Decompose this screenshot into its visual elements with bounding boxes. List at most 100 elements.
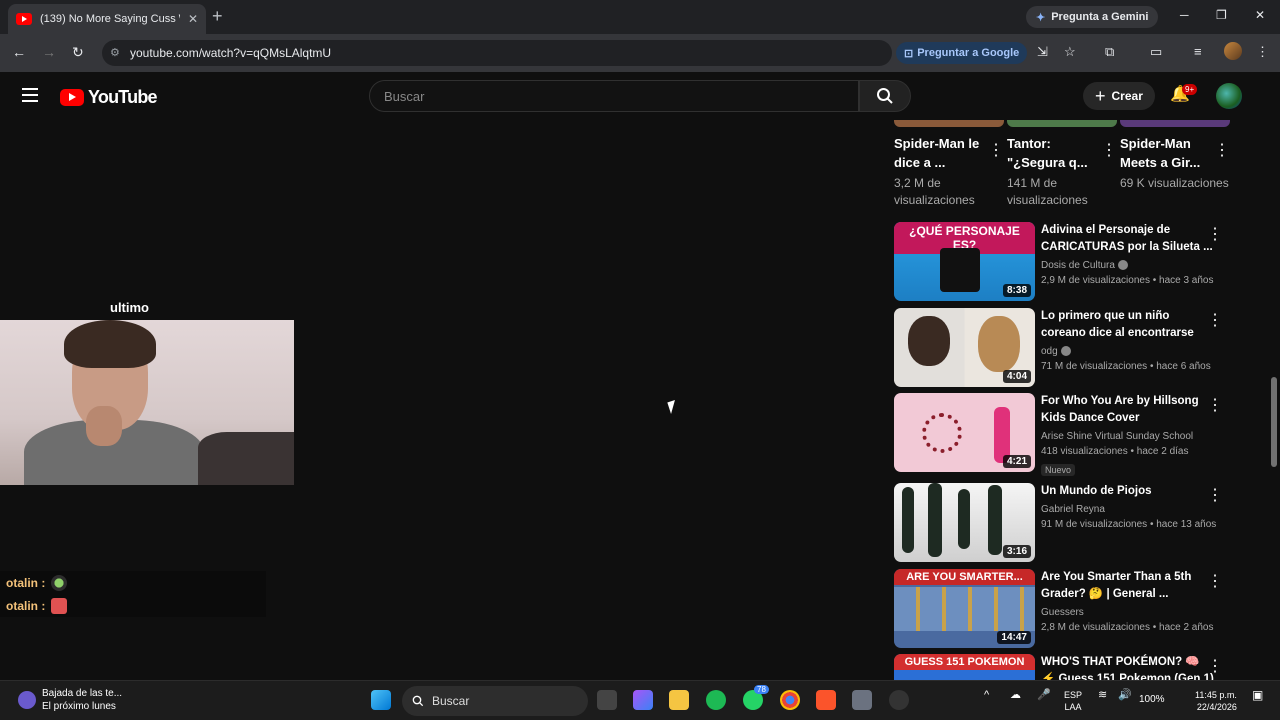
video-title[interactable]: Adivina el Personaje de CARICATURAS por … — [1041, 222, 1216, 256]
video-title[interactable]: Un Mundo de Piojos — [1041, 483, 1216, 500]
back-icon[interactable]: ← — [12, 44, 26, 60]
taskbar-search[interactable]: Buscar — [402, 686, 588, 716]
video-title[interactable]: WHO'S THAT POKÉMON? 🧠 ⚡ Guess 151 Pokemo… — [1041, 654, 1216, 680]
browser-tab[interactable]: (139) No More Saying Cuss Wo ✕ — [8, 4, 206, 34]
video-duration: 4:04 — [1002, 370, 1031, 383]
whatsapp-badge: 78 — [754, 685, 769, 694]
overlay-label: ultimo — [110, 300, 149, 315]
short-title[interactable]: Tantor: "¿Segura q... — [1007, 134, 1093, 172]
more-options-icon[interactable]: ⋮ — [1207, 485, 1223, 505]
chat-username: otalin : — [6, 598, 46, 613]
bookmark-star-icon[interactable]: ☆ — [1064, 44, 1076, 60]
profile-avatar[interactable] — [1224, 42, 1242, 60]
microphone-icon[interactable]: 🎤 — [1037, 689, 1051, 701]
language-indicator[interactable]: ESP LAA — [1064, 689, 1082, 713]
close-tab-icon[interactable]: ✕ — [188, 12, 198, 26]
battery-percent[interactable]: 100% — [1139, 694, 1165, 706]
chrome-icon[interactable] — [780, 690, 800, 710]
video-thumbnail[interactable]: ¿QUÉ PERSONAJE ES? 8:38 — [894, 222, 1035, 301]
site-info-icon[interactable]: ⚙ — [110, 46, 120, 59]
video-item[interactable]: 3:16 Un Mundo de Piojos Gabriel Reyna 91… — [894, 483, 1239, 563]
wifi-icon[interactable]: ≋ — [1098, 689, 1107, 701]
more-options-icon[interactable]: ⋮ — [1207, 224, 1223, 244]
more-options-icon[interactable]: ⋮ — [1207, 310, 1223, 330]
short-thumbnail[interactable] — [894, 120, 1004, 127]
search-button[interactable] — [859, 80, 911, 112]
video-duration: 4:21 — [1002, 455, 1031, 468]
create-button[interactable]: + Crear — [1083, 82, 1155, 110]
video-meta: 71 M de visualizaciones • hace 6 años — [1041, 361, 1211, 372]
gemini-button[interactable]: ✦ Pregunta a Gemini — [1026, 6, 1159, 28]
extensions-icon[interactable]: ⧉ — [1105, 44, 1114, 60]
app-icon[interactable] — [889, 690, 909, 710]
copilot-icon[interactable] — [633, 690, 653, 710]
video-item[interactable]: ARE YOU SMARTER... 14:47 Are You Smarter… — [894, 569, 1239, 649]
more-options-icon[interactable]: ⋮ — [1207, 656, 1223, 676]
video-thumbnail[interactable]: GUESS 151 POKEMON — [894, 654, 1035, 680]
minimize-icon[interactable]: ─ — [1180, 8, 1189, 22]
short-item[interactable]: Tantor: "¿Segura q... 141 M de visualiza… — [1007, 134, 1117, 209]
close-window-icon[interactable]: ✕ — [1255, 8, 1265, 22]
video-item[interactable]: 4:04 Lo primero que un niño coreano dice… — [894, 308, 1239, 388]
thumbnail-text: GUESS 151 POKEMON — [894, 654, 1035, 670]
video-thumbnail[interactable]: ARE YOU SMARTER... 14:47 — [894, 569, 1035, 648]
weather-widget[interactable]: Bajada de las te... El próximo lunes — [18, 687, 122, 713]
short-thumbnail[interactable] — [1007, 120, 1117, 127]
volume-icon[interactable]: 🔊 — [1118, 689, 1132, 701]
green-face-emote-icon — [51, 574, 68, 591]
address-bar[interactable]: ⚙ youtube.com/watch?v=qQMsLAlqtmU — [102, 40, 892, 66]
short-item[interactable]: Spider-Man le dice a ... 3,2 M de visual… — [894, 134, 1004, 209]
video-thumbnail[interactable]: 3:16 — [894, 483, 1035, 562]
tab-search-icon[interactable]: ▭ — [1150, 44, 1162, 60]
menu-kebab-icon[interactable]: ⋮ — [1256, 44, 1269, 60]
video-meta: 418 visualizaciones • hace 2 días — [1041, 446, 1189, 457]
new-tab-icon[interactable]: + — [212, 6, 223, 27]
channel-name[interactable]: odg — [1041, 346, 1058, 357]
install-app-icon[interactable]: ⇲ — [1037, 44, 1048, 60]
clock[interactable]: 11:45 p.m. 22/4/2026 — [1195, 689, 1237, 713]
short-title[interactable]: Spider-Man Meets a Gir... — [1120, 134, 1206, 172]
more-options-icon[interactable]: ⋮ — [988, 140, 1004, 160]
more-options-icon[interactable]: ⋮ — [1207, 571, 1223, 591]
page-scrollbar[interactable] — [1268, 72, 1280, 680]
video-title[interactable]: Are You Smarter Than a 5th Grader? 🤔 | G… — [1041, 569, 1216, 603]
media-control-icon[interactable]: ≡ — [1194, 44, 1202, 59]
maximize-icon[interactable]: ❐ — [1216, 8, 1227, 22]
spotify-icon[interactable] — [706, 690, 726, 710]
short-item[interactable]: Spider-Man Meets a Gir... 69 K visualiza… — [1120, 134, 1230, 192]
search-input[interactable]: Buscar — [369, 80, 859, 112]
hamburger-menu-icon[interactable] — [22, 88, 38, 102]
video-duration: 14:47 — [997, 631, 1031, 644]
onedrive-icon[interactable]: ☁ — [1010, 689, 1021, 701]
start-windows-icon[interactable] — [371, 690, 391, 710]
tray-chevron-icon[interactable]: ^ — [984, 689, 989, 701]
ask-google-button[interactable]: ⊡ Preguntar a Google — [896, 42, 1028, 64]
channel-name[interactable]: Guessers — [1041, 607, 1084, 618]
reload-icon[interactable]: ↻ — [72, 44, 84, 61]
video-item[interactable]: 4:21 For Who You Are by Hillsong Kids Da… — [894, 393, 1239, 476]
short-thumbnail[interactable] — [1120, 120, 1230, 127]
forward-icon[interactable]: → — [42, 44, 56, 60]
video-title[interactable]: Lo primero que un niño coreano dice al e… — [1041, 308, 1216, 342]
channel-name[interactable]: Gabriel Reyna — [1041, 504, 1105, 515]
youtube-logo[interactable]: YouTube — [60, 87, 158, 108]
more-options-icon[interactable]: ⋮ — [1207, 395, 1223, 415]
video-thumbnail[interactable]: 4:04 — [894, 308, 1035, 387]
channel-name[interactable]: Dosis de Cultura — [1041, 260, 1115, 271]
url-text: youtube.com/watch?v=qQMsLAlqtmU — [130, 46, 332, 60]
brave-icon[interactable] — [816, 690, 836, 710]
video-item[interactable]: GUESS 151 POKEMON WHO'S THAT POKÉMON? 🧠 … — [894, 654, 1239, 680]
video-item[interactable]: ¿QUÉ PERSONAJE ES? 8:38 Adivina el Perso… — [894, 222, 1239, 302]
short-title[interactable]: Spider-Man le dice a ... — [894, 134, 980, 172]
notification-center-icon[interactable]: ▣ — [1252, 689, 1263, 701]
more-options-icon[interactable]: ⋮ — [1101, 140, 1117, 160]
store-icon[interactable] — [852, 690, 872, 710]
channel-name[interactable]: Arise Shine Virtual Sunday School — [1041, 431, 1193, 442]
account-avatar[interactable] — [1216, 83, 1242, 109]
file-explorer-icon[interactable] — [669, 690, 689, 710]
video-thumbnail[interactable]: 4:21 — [894, 393, 1035, 472]
more-options-icon[interactable]: ⋮ — [1214, 140, 1230, 160]
task-view-icon[interactable] — [597, 690, 617, 710]
scrollbar-thumb[interactable] — [1271, 377, 1277, 467]
video-title[interactable]: For Who You Are by Hillsong Kids Dance C… — [1041, 393, 1216, 427]
